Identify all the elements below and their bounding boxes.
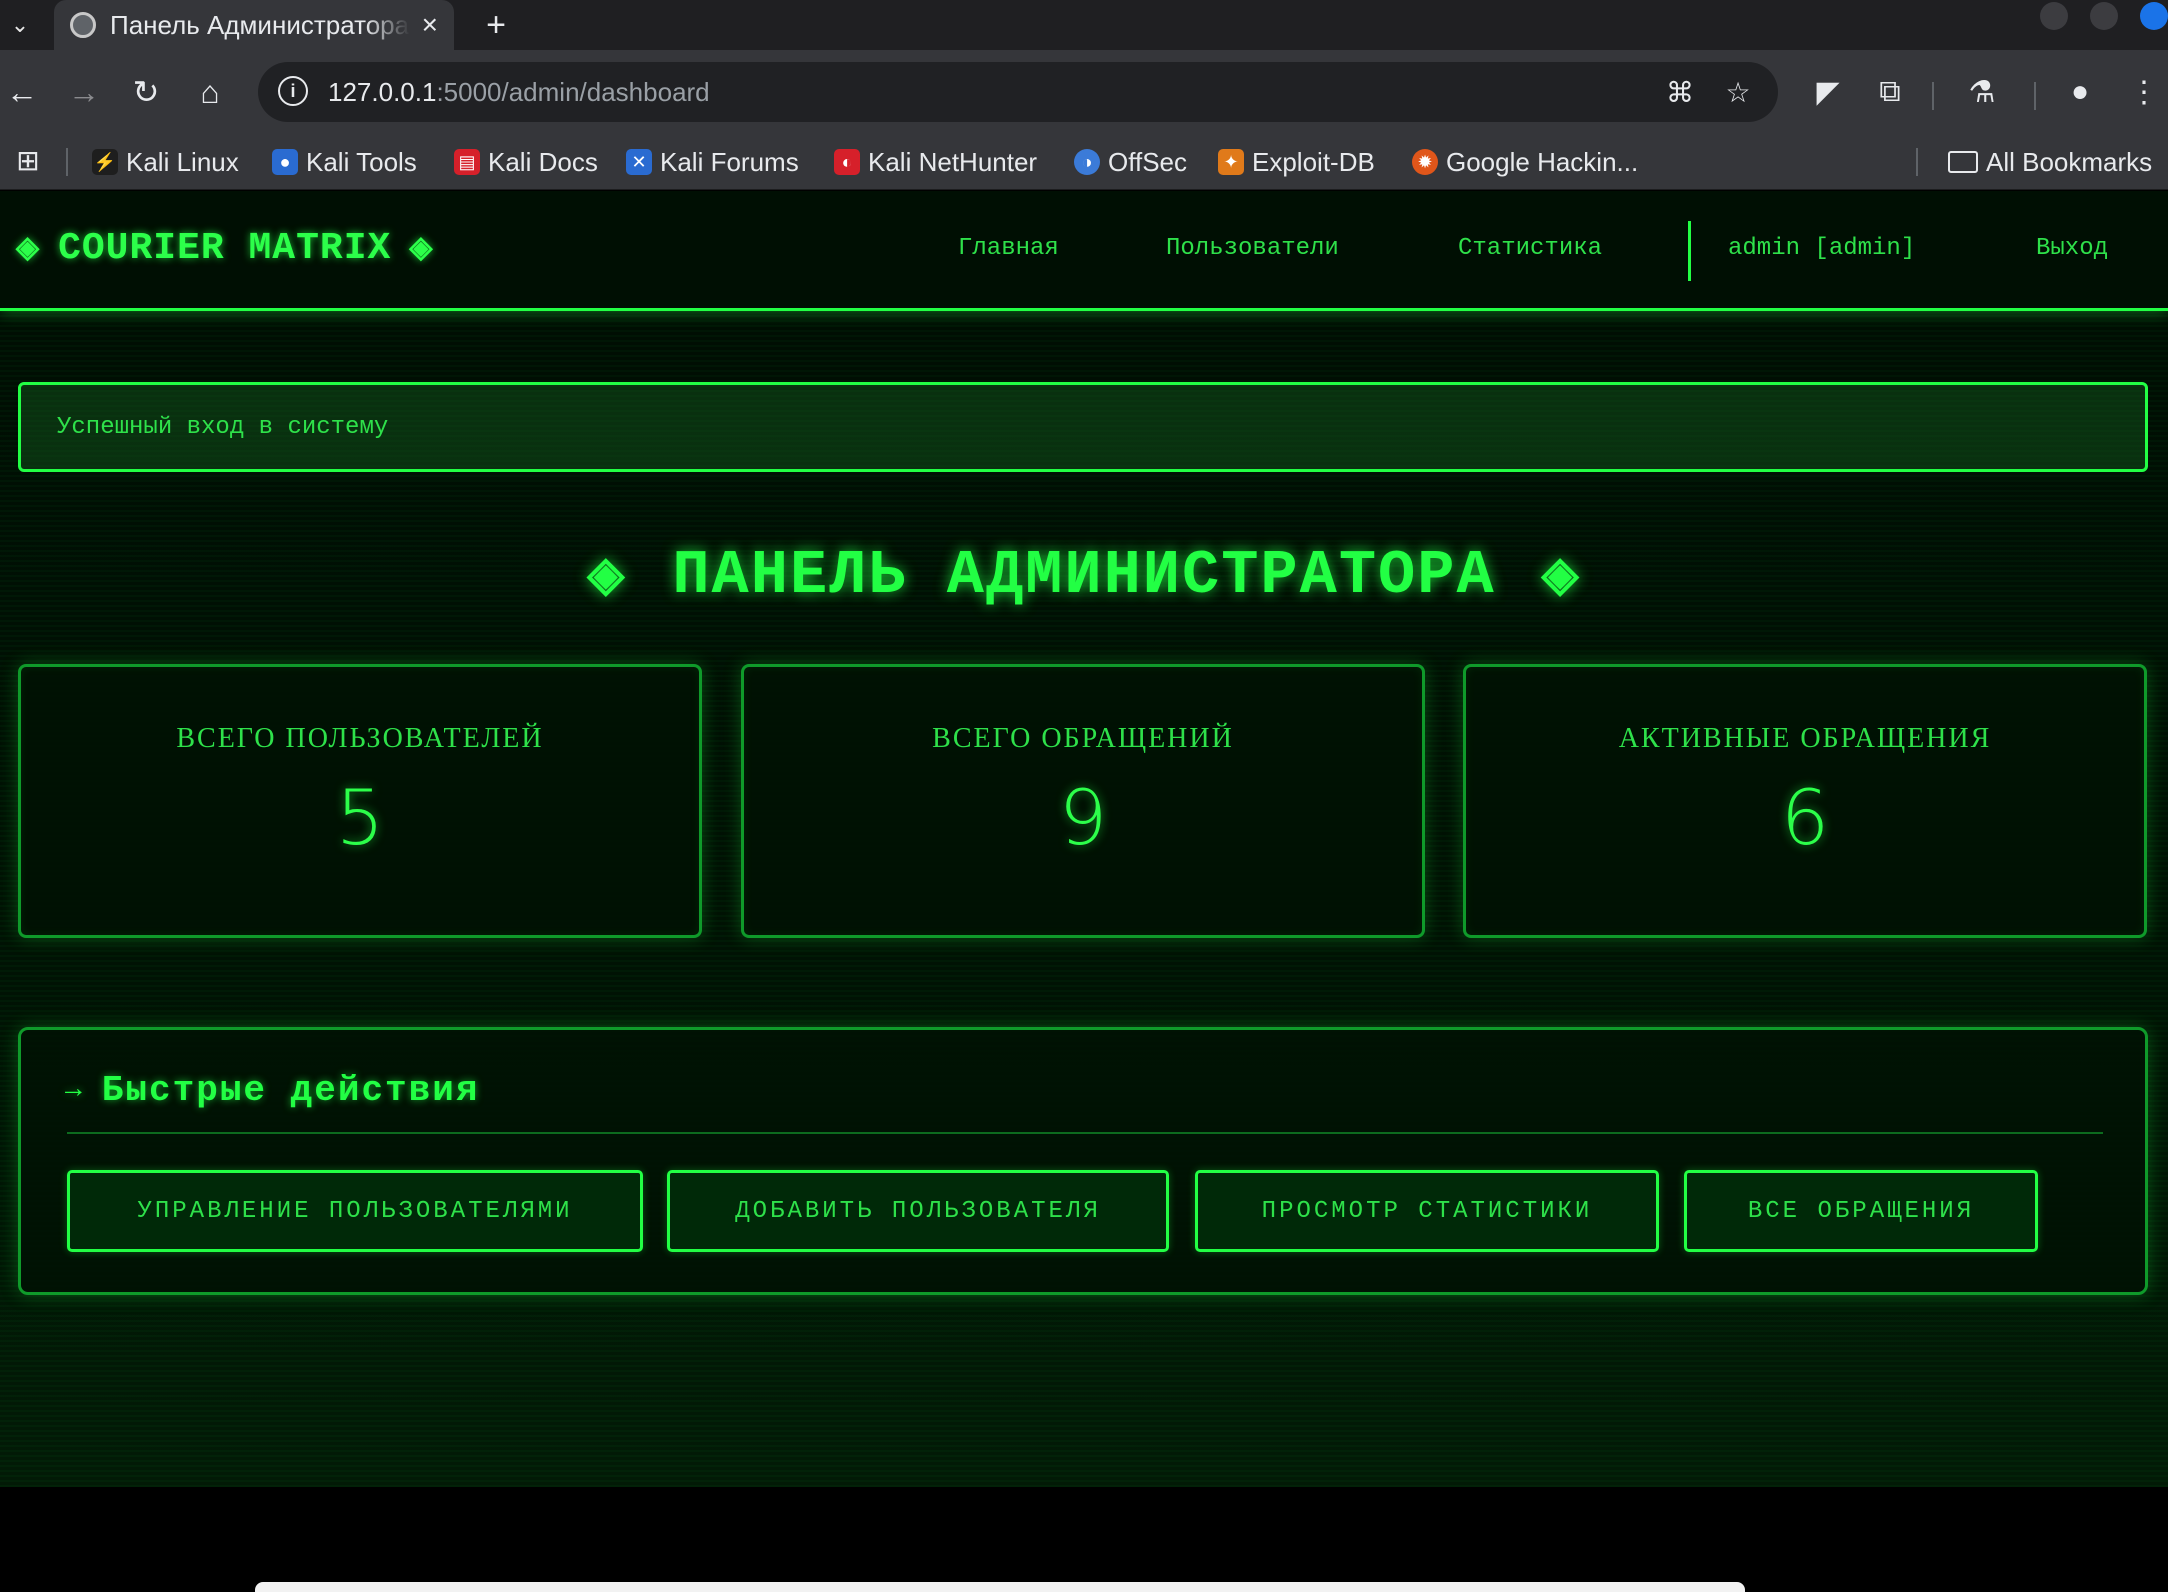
stat-card-total-users: ВСЕГО ПОЛЬЗОВАТЕЛЕЙ 5	[18, 664, 702, 938]
below-viewport-area	[0, 1487, 2168, 1592]
quick-actions-title-text: Быстрые действия	[101, 1070, 480, 1111]
diamond-icon: ◈	[1541, 550, 1581, 605]
bookmarks-divider	[66, 148, 68, 176]
bookmark-kali-linux[interactable]: ⚡ Kali Linux	[92, 142, 239, 182]
address-bar[interactable]: i 127.0.0.1:5000/admin/dashboard ⌘ ☆	[258, 62, 1778, 122]
tab-close-icon[interactable]: ×	[422, 9, 438, 41]
arrow-right-icon: →	[65, 1075, 84, 1106]
kali-forums-icon: ✕	[626, 149, 652, 175]
back-arrow-icon[interactable]: ←	[0, 70, 44, 114]
diamond-icon: ◈	[16, 233, 41, 267]
bookmarks-divider	[1916, 148, 1918, 176]
google-hacking-icon: ✹	[1412, 149, 1438, 175]
stat-label: ВСЕГО ОБРАЩЕНИЙ	[932, 723, 1234, 754]
browser-toolbar: ← → ↻ ⌂ i 127.0.0.1:5000/admin/dashboard…	[0, 50, 2168, 134]
close-window-button[interactable]	[2140, 2, 2168, 30]
page-title-text: ПАНЕЛЬ АДМИНИСТРАТОРА	[672, 539, 1496, 611]
url-path: :5000/admin/dashboard	[436, 76, 710, 107]
kali-dragon-icon: ⚡	[92, 149, 118, 175]
quick-actions-panel: → Быстрые действия УПРАВЛЕНИЕ ПОЛЬЗОВАТЕ…	[18, 1027, 2148, 1295]
bookmark-label: Kali Tools	[306, 146, 417, 177]
active-tab[interactable]: Панель Администратора ×	[54, 0, 454, 50]
page-viewport: ◈ COURIER MATRIX ◈ Главная Пользователи …	[0, 191, 2168, 1487]
toolbar-divider	[2034, 82, 2036, 110]
bookmark-kali-tools[interactable]: ● Kali Tools	[272, 142, 417, 182]
diamond-icon: ◈	[409, 233, 434, 267]
nav-link-stats[interactable]: Статистика	[1458, 235, 1602, 262]
bookmark-label: Google Hackin...	[1446, 146, 1639, 177]
manage-users-button[interactable]: УПРАВЛЕНИЕ ПОЛЬЗОВАТЕЛЯМИ	[67, 1170, 643, 1252]
nav-divider	[1688, 221, 1691, 281]
all-bookmarks-label: All Bookmarks	[1986, 146, 2153, 177]
logo-text: COURIER MATRIX	[58, 227, 392, 270]
minimize-button[interactable]	[2040, 2, 2068, 30]
kali-docs-icon: ▤	[454, 149, 480, 175]
browser-tab-strip: ⌄ Панель Администратора × +	[0, 0, 2168, 50]
nav-link-logout[interactable]: Выход	[2036, 235, 2108, 262]
diamond-icon: ◈	[587, 550, 627, 605]
quick-actions-title: → Быстрые действия	[65, 1070, 479, 1111]
bookmark-label: Kali Linux	[126, 146, 239, 177]
home-icon[interactable]: ⌂	[188, 70, 232, 114]
menu-kebab-icon[interactable]: ⋮	[2122, 70, 2166, 114]
new-tab-button[interactable]: +	[476, 0, 516, 50]
nav-link-home[interactable]: Главная	[958, 235, 1059, 262]
stat-label: ВСЕГО ПОЛЬЗОВАТЕЛЕЙ	[176, 723, 544, 754]
tab-search-chevron-icon[interactable]: ⌄	[0, 0, 40, 50]
toolbar-divider	[1932, 82, 1934, 110]
site-navbar: ◈ COURIER MATRIX ◈ Главная Пользователи …	[0, 191, 2168, 311]
stat-card-active-tickets: АКТИВНЫЕ ОБРАЩЕНИЯ 6	[1463, 664, 2147, 938]
bookmark-kali-forums[interactable]: ✕ Kali Forums	[626, 142, 799, 182]
reload-icon[interactable]: ↻	[124, 70, 168, 114]
nethunter-icon: ◐	[834, 149, 860, 175]
bookmark-star-icon[interactable]: ☆	[1720, 74, 1756, 110]
stat-value: 5	[335, 773, 385, 862]
flash-message: Успешный вход в систему	[18, 382, 2148, 472]
nav-link-current-user[interactable]: admin [admin]	[1728, 235, 1915, 262]
site-logo[interactable]: ◈ COURIER MATRIX ◈	[16, 227, 433, 270]
exploit-db-icon: ✦	[1218, 149, 1244, 175]
add-user-button[interactable]: ДОБАВИТЬ ПОЛЬЗОВАТЕЛЯ	[667, 1170, 1169, 1252]
labs-flask-icon[interactable]: ⚗	[1960, 70, 2004, 114]
bookmark-kali-nethunter[interactable]: ◐ Kali NetHunter	[834, 142, 1037, 182]
flash-message-text: Успешный вход в систему	[57, 413, 389, 441]
extensions-puzzle-icon[interactable]: ⧉	[1868, 70, 1912, 114]
quick-actions-divider	[67, 1132, 2103, 1134]
view-stats-button[interactable]: ПРОСМОТР СТАТИСТИКИ	[1195, 1170, 1659, 1252]
overlay-panel-edge	[255, 1582, 1745, 1592]
bookmark-exploit-db[interactable]: ✦ Exploit-DB	[1218, 142, 1375, 182]
bookmark-offsec[interactable]: ◑ OffSec	[1074, 142, 1187, 182]
bookmark-label: Kali Docs	[488, 146, 598, 177]
bookmark-kali-docs[interactable]: ▤ Kali Docs	[454, 142, 598, 182]
stat-card-total-tickets: ВСЕГО ОБРАЩЕНИЙ 9	[741, 664, 1425, 938]
bookmark-label: Kali Forums	[660, 146, 799, 177]
stat-value: 6	[1780, 773, 1830, 862]
bookmark-google-hacking[interactable]: ✹ Google Hackin...	[1412, 142, 1638, 182]
page-title: ◈ ПАНЕЛЬ АДМИНИСТРАТОРА ◈	[0, 535, 2168, 615]
bookmark-label: OffSec	[1108, 146, 1188, 177]
kali-tools-icon: ●	[272, 149, 298, 175]
bookmarks-bar: ⊞ ⚡ Kali Linux ● Kali Tools ▤ Kali Docs …	[0, 134, 2168, 190]
stat-label: АКТИВНЫЕ ОБРАЩЕНИЯ	[1618, 723, 1992, 754]
site-info-icon[interactable]: i	[278, 76, 308, 106]
bookmark-label: Exploit-DB	[1252, 146, 1375, 177]
apps-grid-icon[interactable]: ⊞	[12, 144, 44, 176]
all-bookmarks-button[interactable]: All Bookmarks	[1948, 142, 2152, 182]
forward-arrow-icon[interactable]: →	[62, 70, 106, 114]
maximize-button[interactable]	[2090, 2, 2118, 30]
url-host: 127.0.0.1	[328, 76, 437, 107]
nav-link-users[interactable]: Пользователи	[1166, 235, 1339, 262]
extension-shield-icon[interactable]: ◤	[1806, 70, 1850, 114]
bookmark-label: Kali NetHunter	[868, 146, 1038, 177]
all-tickets-button[interactable]: ВСЕ ОБРАЩЕНИЯ	[1684, 1170, 2038, 1252]
folder-icon	[1948, 151, 1978, 173]
translate-icon[interactable]: ⌘	[1662, 74, 1698, 110]
offsec-icon: ◑	[1074, 149, 1100, 175]
globe-icon	[70, 12, 96, 38]
profile-avatar-icon[interactable]: ●	[2058, 70, 2102, 114]
tab-title: Панель Администратора	[110, 9, 410, 40]
stat-value: 9	[1058, 773, 1108, 862]
